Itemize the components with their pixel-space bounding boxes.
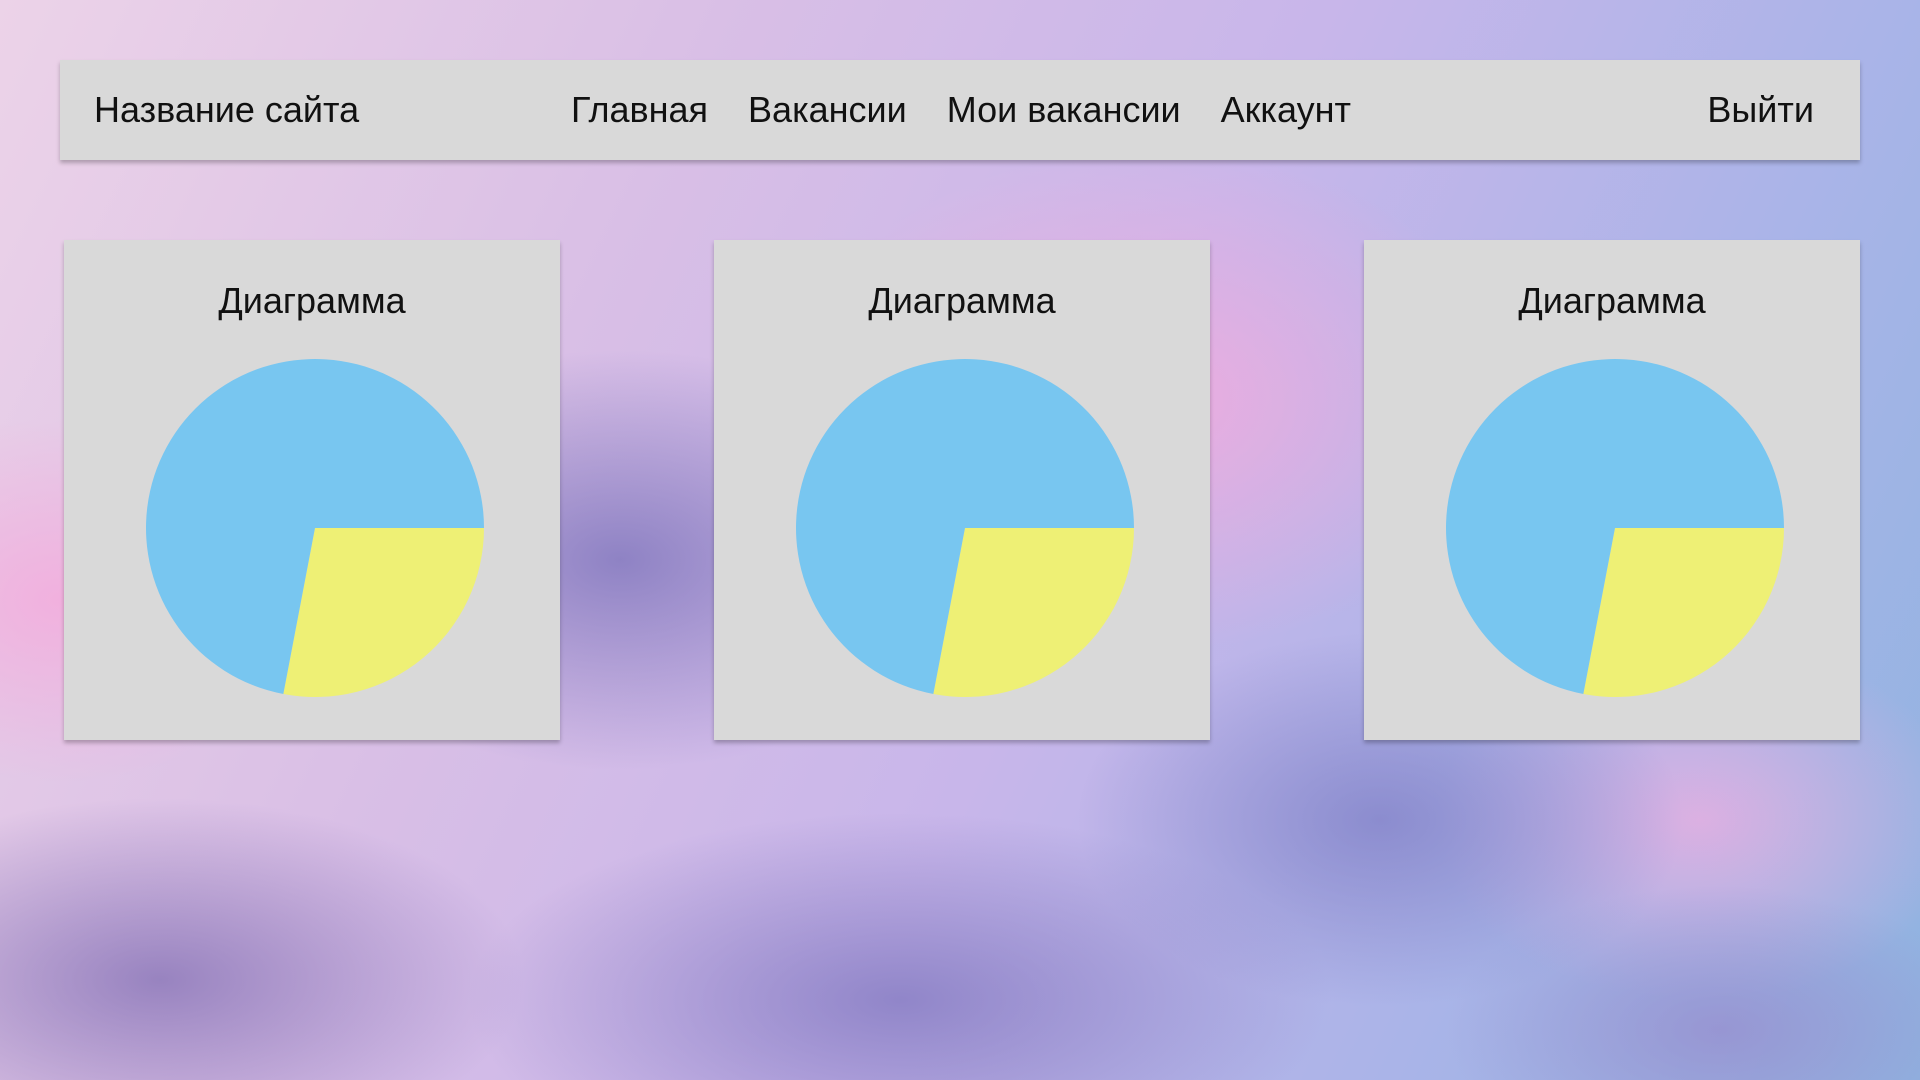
site-name[interactable]: Название сайта (94, 60, 359, 160)
pie-slice-yellow (283, 528, 484, 697)
chart-card: Диаграмма (64, 240, 560, 740)
chart-card: Диаграмма (714, 240, 1210, 740)
chart-title: Диаграмма (868, 280, 1056, 321)
pie-slice-yellow (933, 528, 1134, 697)
pie-chart (1446, 359, 1784, 697)
nav-link-my-vacancies[interactable]: Мои вакансии (947, 60, 1181, 160)
nav-links: Главная Вакансии Мои вакансии Аккаунт (571, 60, 1351, 160)
top-navbar: Название сайта Главная Вакансии Мои вака… (60, 60, 1860, 160)
nav-link-home[interactable]: Главная (571, 60, 708, 160)
pie-chart (796, 359, 1134, 697)
chart-card: Диаграмма (1364, 240, 1860, 740)
nav-link-account[interactable]: Аккаунт (1221, 60, 1351, 160)
pie-chart (146, 359, 484, 697)
logout-button[interactable]: Выйти (1707, 60, 1814, 160)
chart-title: Диаграмма (1518, 280, 1706, 321)
chart-title: Диаграмма (218, 280, 406, 321)
pie-slice-yellow (1583, 528, 1784, 697)
nav-link-vacancies[interactable]: Вакансии (748, 60, 907, 160)
